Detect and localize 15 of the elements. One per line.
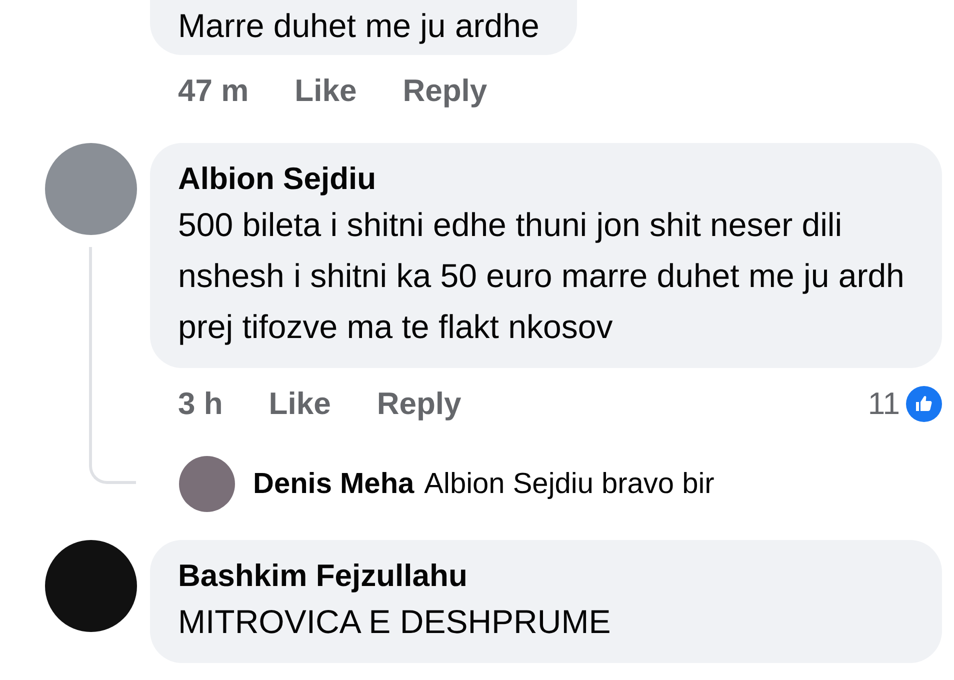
author-name[interactable]: Albion Sejdiu [178, 159, 914, 199]
action-link[interactable]: Like [268, 386, 331, 422]
action-link[interactable]: Like [294, 73, 357, 109]
action-link[interactable]: Reply [402, 73, 488, 109]
author-name[interactable]: Bashkim Fejzullahu [178, 556, 914, 596]
reaction-count: 11 [868, 386, 900, 422]
comment-time: 47 m [178, 73, 249, 109]
action-link[interactable]: Reply [376, 386, 462, 422]
reply-text: Albion Sejdiu bravo bir [424, 468, 714, 500]
comment-text: 500 bileta i shitni edhe thuni jon shit neser dili nshesh i shitni ka 50 euro marre duhet me ju ardh prej tifozve ma te flakt nkosov [178, 205, 906, 347]
comment-text: Marre duhet me ju ardhe [178, 6, 540, 46]
comment-text: MITROVICA E DESHPRUME [178, 602, 612, 642]
thumbs-up-icon [906, 386, 942, 422]
comment-time: 3 h [178, 386, 223, 422]
author-name[interactable]: Denis Meha [253, 468, 414, 500]
